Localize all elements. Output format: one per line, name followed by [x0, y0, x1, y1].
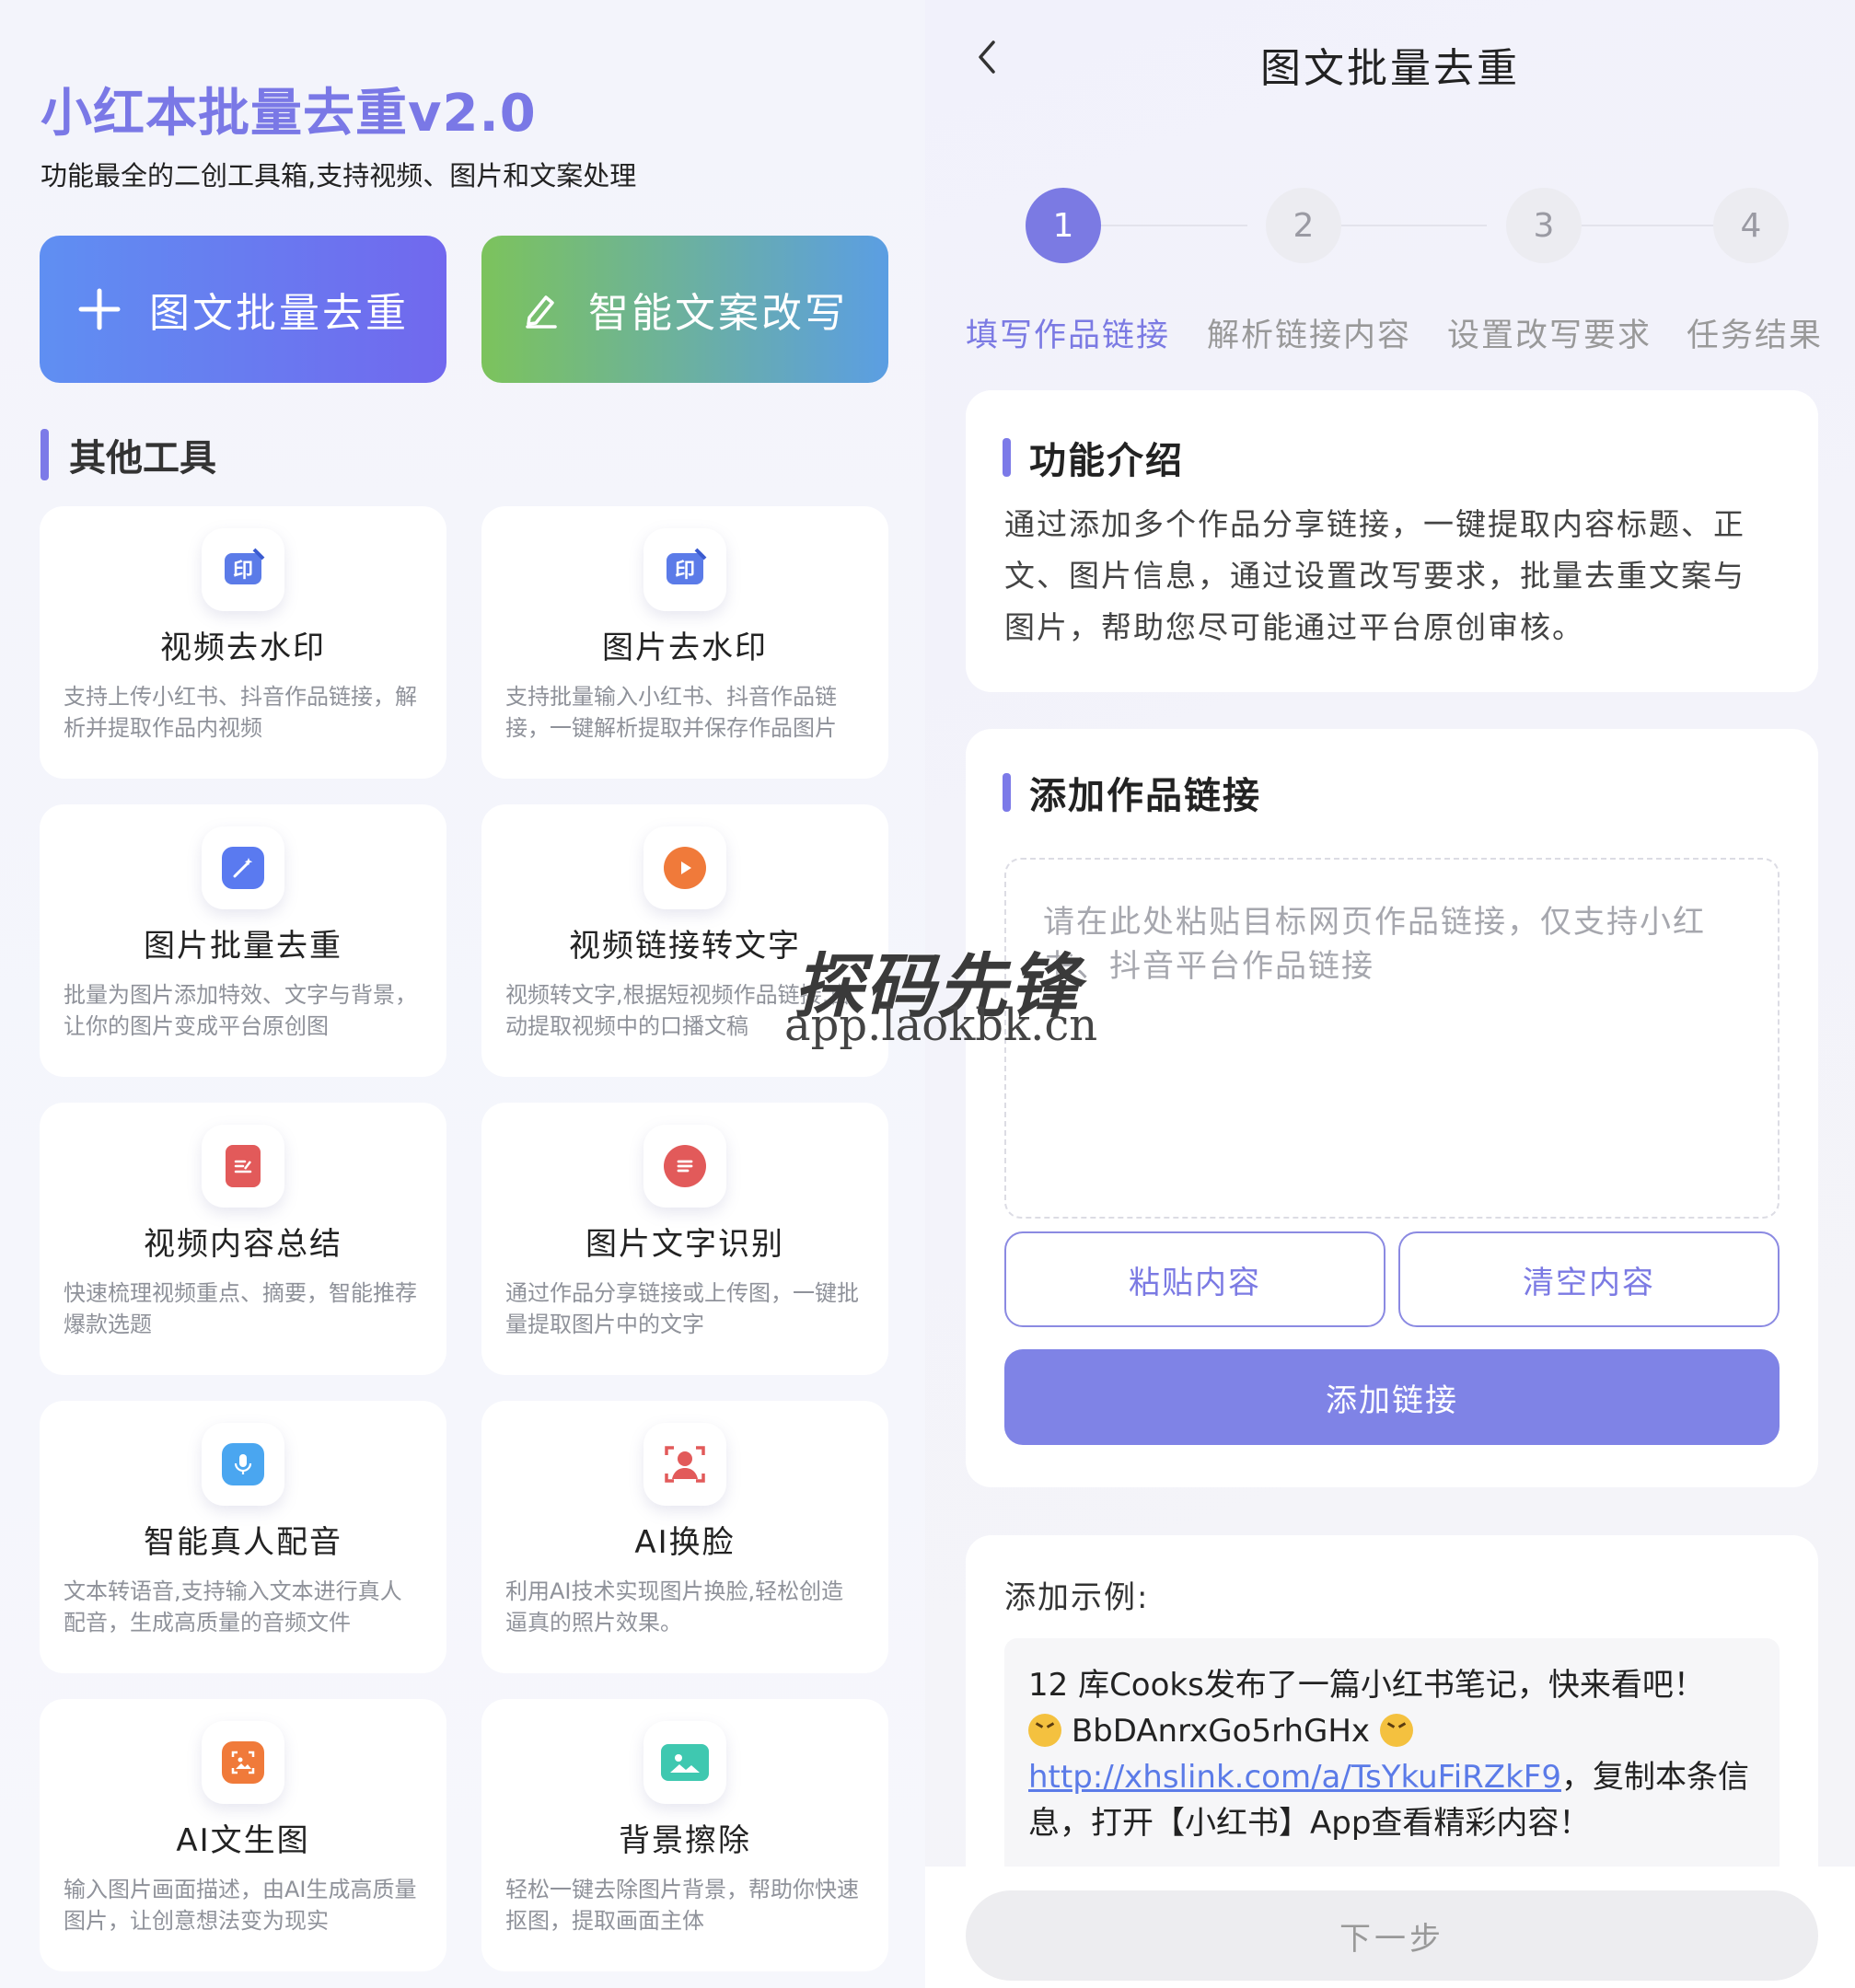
tool-title: AI文生图 — [176, 1822, 310, 1859]
magic-wand-icon — [202, 826, 284, 909]
step-4-label: 任务结果 — [1687, 318, 1824, 354]
image-frame-icon — [202, 1721, 284, 1804]
tool-desc: 文本转语音,支持输入文本进行真人配音，生成高质量的音频文件 — [64, 1578, 402, 1635]
watermark-url: app.laokbk.cn — [784, 1000, 1098, 1051]
tool-card-background-removal[interactable]: 背景擦除 轻松一键去除图片背景，帮助你快速抠图，提取画面主体 — [481, 1699, 888, 1971]
watermark-stamp-icon: 印 — [202, 528, 284, 611]
tool-card-ai-text-to-image[interactable]: AI文生图 输入图片画面描述，由AI生成高质量图片，让创意想法变为现实 — [40, 1699, 446, 1971]
other-tools-title: 其他工具 — [69, 437, 216, 480]
feature-intro-title: 功能介绍 — [1029, 440, 1184, 482]
tool-card-video-summary[interactable]: 视频内容总结 快速梳理视频重点、摘要，智能推荐爆款选题 — [40, 1103, 446, 1375]
tool-card-voice-dubbing[interactable]: 智能真人配音 文本转语音,支持输入文本进行真人配音，生成高质量的音频文件 — [40, 1401, 446, 1673]
example-link-line: http://xhslink.com/a/TsYkuFiRZkF9，复制本条信息… — [1028, 1754, 1756, 1846]
next-step-button[interactable]: 下一步 — [966, 1890, 1818, 1981]
tool-card-ai-face-swap[interactable]: AI换脸 利用AI技术实现图片换脸,轻松创造逼真的照片效果。 — [481, 1401, 888, 1673]
image-text-dedupe-label: 图文批量去重 — [149, 290, 409, 337]
grinning-emoji-icon — [1028, 1714, 1061, 1747]
step-4-circle: 4 — [1713, 188, 1789, 263]
watermark-stamp-icon: 印 — [643, 528, 726, 611]
example-text-box: 12 库Cooks发布了一篇小红书笔记，快来看吧！ BbDAnrxGo5rhGH… — [1004, 1638, 1780, 1878]
step-2-label: 解析链接内容 — [1207, 318, 1412, 354]
step-1-label: 填写作品链接 — [966, 318, 1171, 354]
feature-intro-heading: 功能介绍 — [1003, 431, 1184, 484]
other-tools-heading: 其他工具 — [41, 429, 216, 480]
heading-accent-bar — [1003, 438, 1011, 477]
tool-card-image-watermark[interactable]: 印 图片去水印 支持批量输入小红书、抖音作品链接，一键解析提取并保存作品图片 — [481, 506, 888, 779]
smart-copy-rewrite-label: 智能文案改写 — [588, 290, 848, 337]
add-link-card: 添加作品链接 请在此处粘贴目标网页作品链接，仅支持小红书、抖音平台作品链接 粘贴… — [966, 729, 1818, 1487]
add-link-heading: 添加作品链接 — [1003, 766, 1261, 819]
paste-content-button[interactable]: 粘贴内容 — [1004, 1231, 1385, 1327]
tool-desc: 轻松一键去除图片背景，帮助你快速抠图，提取画面主体 — [505, 1877, 859, 1934]
tool-desc: 快速梳理视频重点、摘要，智能推荐爆款选题 — [64, 1280, 417, 1337]
example-card: 添加示例: 12 库Cooks发布了一篇小红书笔记，快来看吧！ BbDAnrxG… — [966, 1535, 1818, 1922]
step-connector — [1341, 225, 1487, 226]
tool-card-video-watermark[interactable]: 印 视频去水印 支持上传小红书、抖音作品链接，解析并提取作品内视频 — [40, 506, 446, 779]
tool-home-panel: 小红本批量去重v2.0 功能最全的二创工具箱,支持视频、图片和文案处理 图文批量… — [0, 0, 925, 1988]
example-link[interactable]: http://xhslink.com/a/TsYkuFiRZkF9 — [1028, 1759, 1561, 1796]
plus-icon — [78, 288, 121, 330]
add-link-title: 添加作品链接 — [1029, 775, 1261, 817]
grinning-emoji-icon — [1379, 1714, 1413, 1747]
link-input[interactable]: 请在此处粘贴目标网页作品链接，仅支持小红书、抖音平台作品链接 — [1004, 858, 1780, 1219]
landscape-icon — [643, 1721, 726, 1804]
tool-title: 图片批量去重 — [144, 928, 342, 965]
play-icon — [643, 826, 726, 909]
app-title: 小红本批量去重v2.0 — [41, 84, 537, 144]
smart-copy-rewrite-button[interactable]: 智能文案改写 — [481, 236, 888, 383]
pen-icon — [526, 295, 557, 329]
tool-desc: 批量为图片添加特效、文字与背景，让你的图片变成平台原创图 — [64, 982, 417, 1039]
tool-title: 图片去水印 — [602, 630, 768, 666]
clear-content-button[interactable]: 清空内容 — [1398, 1231, 1780, 1327]
tool-title: 图片文字识别 — [585, 1226, 784, 1263]
example-code: BbDAnrxGo5rhGHx — [1071, 1713, 1371, 1750]
example-code-line: BbDAnrxGo5rhGHx — [1028, 1708, 1756, 1754]
text-lines-icon — [643, 1125, 726, 1208]
app-subtitle: 功能最全的二创工具箱,支持视频、图片和文案处理 — [41, 160, 637, 191]
tool-title: 智能真人配音 — [144, 1524, 342, 1561]
tool-title: AI换脸 — [634, 1524, 736, 1561]
step-connector — [1581, 225, 1726, 226]
feature-intro-card: 功能介绍 通过添加多个作品分享链接，一键提取内容标题、正文、图片信息，通过设置改… — [966, 390, 1818, 692]
microphone-icon — [202, 1423, 284, 1506]
step-indicator: 1 2 3 4 — [925, 188, 1855, 263]
tool-desc: 通过作品分享链接或上传图，一键批量提取图片中的文字 — [505, 1280, 859, 1337]
document-edit-icon — [202, 1125, 284, 1208]
bottom-action-bar: 下一步 — [925, 1867, 1855, 1988]
tool-desc: 支持批量输入小红书、抖音作品链接，一键解析提取并保存作品图片 — [505, 684, 837, 741]
tool-title: 视频去水印 — [160, 630, 326, 666]
tool-card-image-ocr[interactable]: 图片文字识别 通过作品分享链接或上传图，一键批量提取图片中的文字 — [481, 1103, 888, 1375]
step-3-circle: 3 — [1506, 188, 1582, 263]
image-text-dedupe-button[interactable]: 图文批量去重 — [40, 236, 446, 383]
tool-title: 视频内容总结 — [144, 1226, 342, 1263]
tool-desc: 利用AI技术实现图片换脸,轻松创造逼真的照片效果。 — [505, 1578, 844, 1635]
add-link-button[interactable]: 添加链接 — [1004, 1349, 1780, 1445]
heading-accent-bar — [41, 429, 49, 480]
svg-text:印: 印 — [233, 560, 253, 583]
svg-text:印: 印 — [675, 560, 695, 583]
page-title: 图文批量去重 — [1260, 45, 1520, 92]
feature-intro-text: 通过添加多个作品分享链接，一键提取内容标题、正文、图片信息，通过设置改写要求，批… — [1004, 506, 1745, 645]
tool-title: 背景擦除 — [619, 1822, 751, 1859]
example-title: 添加示例: — [1004, 1579, 1150, 1616]
step-connector — [1100, 225, 1247, 226]
step-2-circle: 2 — [1266, 188, 1341, 263]
example-line: 12 库Cooks发布了一篇小红书笔记，快来看吧！ — [1028, 1667, 1705, 1704]
step-1-circle: 1 — [1026, 188, 1101, 263]
tool-desc: 输入图片画面描述，由AI生成高质量图片，让创意想法变为现实 — [64, 1877, 417, 1934]
tool-desc: 支持上传小红书、抖音作品链接，解析并提取作品内视频 — [64, 684, 417, 741]
tool-card-image-dedupe[interactable]: 图片批量去重 批量为图片添加特效、文字与背景，让你的图片变成平台原创图 — [40, 804, 446, 1077]
face-scan-icon — [643, 1423, 726, 1506]
step-3-label: 设置改写要求 — [1447, 318, 1652, 354]
heading-accent-bar — [1003, 773, 1011, 812]
